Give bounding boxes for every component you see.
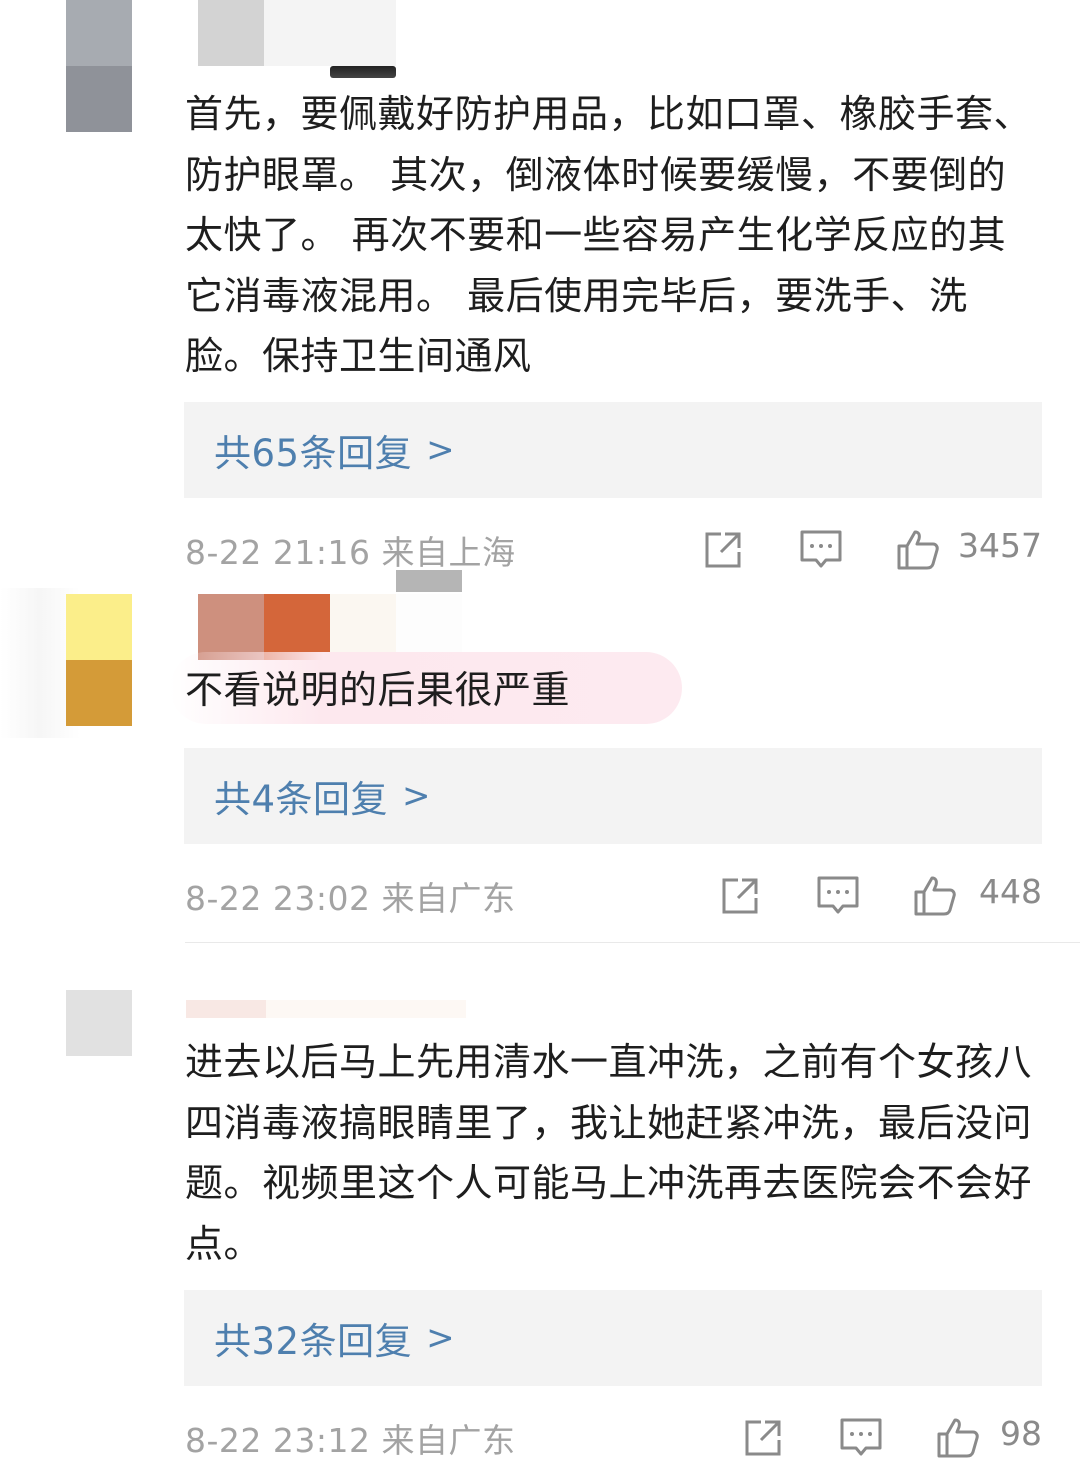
share-icon[interactable]: [701, 526, 747, 572]
like-count: 3457: [958, 526, 1042, 565]
comment-meta: 8-22 23:02 来自广东 448: [185, 870, 1042, 920]
timestamp-location: 8-22 23:02 来自广东: [185, 879, 516, 918]
divider: [185, 942, 1080, 943]
username[interactable]: [198, 594, 462, 660]
avatar[interactable]: [66, 990, 132, 1056]
timestamp-location: 8-22 23:12 来自广东: [185, 1421, 516, 1460]
timestamp-location: 8-22 21:16 来自上海: [185, 533, 516, 572]
view-replies-button[interactable]: 共65条回复 >: [184, 402, 1042, 498]
thumbs-up-icon[interactable]: [935, 1414, 981, 1460]
username[interactable]: [198, 0, 396, 66]
chevron-right-icon: >: [426, 1318, 455, 1358]
comment-icon[interactable]: [798, 526, 844, 572]
comment-text: 首先，要佩戴好防护用品，比如口罩、橡胶手套、防护眼罩。 其次，倒液体时候要缓慢，…: [185, 92, 1033, 378]
view-replies-button[interactable]: 共4条回复 >: [184, 748, 1042, 844]
comment-meta: 8-22 21:16 来自上海 3457: [185, 524, 1042, 574]
username[interactable]: [186, 1000, 466, 1018]
comment-text: 不看说明的后果很严重: [185, 668, 571, 712]
chevron-right-icon: >: [426, 430, 455, 470]
like-count: 448: [979, 872, 1042, 911]
username-top-mosaic: [396, 570, 462, 592]
comment-text: 进去以后马上先用清水一直冲洗，之前有个女孩八四消毒液搞眼睛里了，我让她赶紧冲洗，…: [185, 1040, 1033, 1266]
like-count: 98: [1000, 1414, 1042, 1453]
username-underline: [330, 66, 396, 78]
replies-count-label: 共32条回复: [214, 1320, 413, 1363]
share-icon[interactable]: [741, 1414, 787, 1460]
replies-count-label: 共65条回复: [214, 432, 413, 475]
replies-count-label: 共4条回复: [214, 778, 389, 821]
thumbs-up-icon[interactable]: [895, 526, 941, 572]
thumbs-up-icon[interactable]: [912, 872, 958, 918]
avatar[interactable]: [66, 594, 132, 726]
avatar[interactable]: [66, 0, 132, 132]
chevron-right-icon: >: [402, 776, 431, 816]
share-icon[interactable]: [718, 872, 764, 918]
comment-meta: 8-22 23:12 来自广东 98: [185, 1412, 1042, 1462]
view-replies-button[interactable]: 共32条回复 >: [184, 1290, 1042, 1386]
comment-icon[interactable]: [838, 1414, 884, 1460]
comment-icon[interactable]: [815, 872, 861, 918]
